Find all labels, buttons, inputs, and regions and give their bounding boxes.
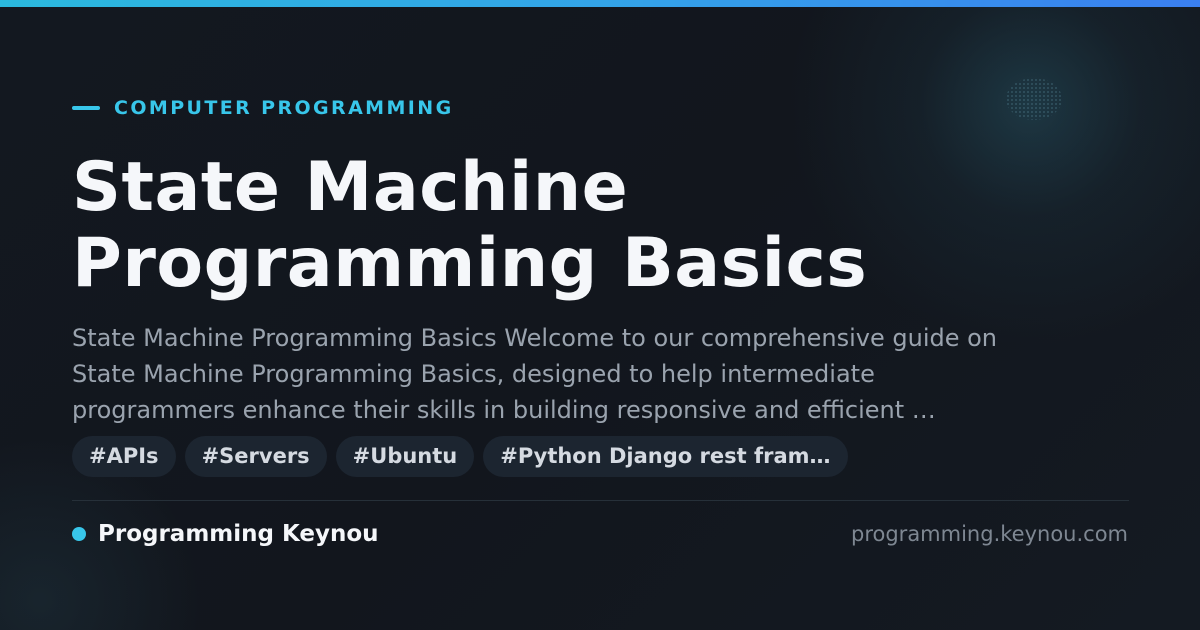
title-line-2: Programming Basics [72, 224, 868, 303]
article-description: State Machine Programming Basics Welcome… [72, 320, 1132, 428]
tag-ubuntu[interactable]: #Ubuntu [335, 436, 475, 477]
brand-dot-icon [72, 527, 86, 541]
page-title: State Machine Programming Basics [72, 150, 1132, 302]
title-line-1: State Machine [72, 148, 629, 227]
category-label: COMPUTER PROGRAMMING [114, 97, 454, 119]
tag-apis[interactable]: #APIs [72, 436, 176, 477]
description-line-3: programmers enhance their skills in buil… [72, 396, 936, 424]
description-line-1: State Machine Programming Basics Welcome… [72, 324, 998, 352]
category-accent-line [72, 106, 100, 110]
tag-list: #APIs #Servers #Ubuntu #Python Django re… [72, 436, 848, 477]
tag-servers[interactable]: #Servers [184, 436, 327, 477]
share-card: COMPUTER PROGRAMMING State Machine Progr… [0, 0, 1200, 630]
brand-name: Programming Keynou [98, 521, 379, 547]
site-domain[interactable]: programming.keynou.com [851, 519, 1128, 549]
dot-pattern-decoration [1006, 78, 1062, 120]
category-header: COMPUTER PROGRAMMING [72, 96, 454, 120]
accent-top-bar [0, 0, 1200, 7]
tag-python-django[interactable]: #Python Django rest fram… [483, 436, 848, 477]
brand[interactable]: Programming Keynou [72, 519, 379, 549]
footer-divider [72, 500, 1129, 501]
description-line-2: State Machine Programming Basics, design… [72, 360, 875, 388]
